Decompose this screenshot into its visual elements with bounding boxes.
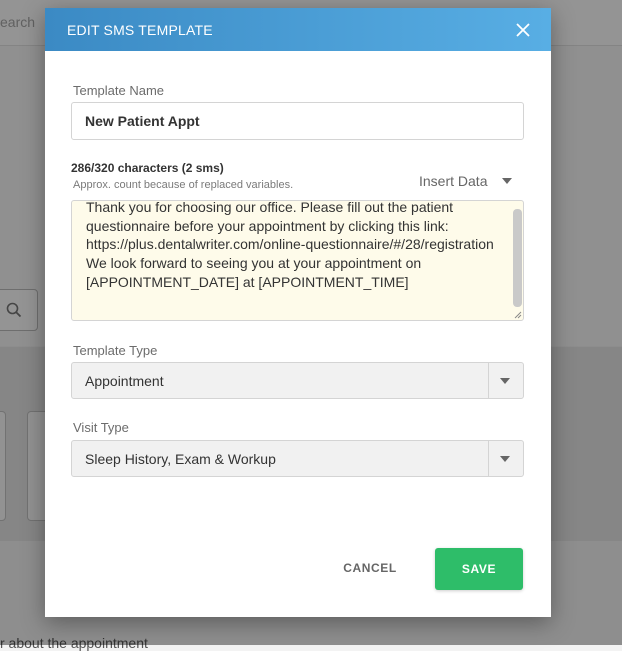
dialog-header: EDIT SMS TEMPLATE: [45, 8, 551, 51]
message-scrollbar[interactable]: [513, 209, 522, 307]
message-body-textarea[interactable]: Thank you for choosing our office. Pleas…: [71, 200, 524, 321]
template-name-input[interactable]: [71, 102, 524, 140]
close-icon[interactable]: [515, 22, 531, 38]
visit-type-label: Visit Type: [73, 420, 129, 435]
template-type-select[interactable]: Appointment: [71, 362, 524, 399]
template-type-label: Template Type: [73, 343, 158, 358]
template-type-value: Appointment: [85, 373, 164, 389]
caret-down-icon[interactable]: [502, 178, 512, 184]
resize-handle-icon[interactable]: [514, 311, 522, 319]
message-body-text: Thank you for choosing our office. Pleas…: [86, 200, 494, 290]
visit-type-value: Sleep History, Exam & Workup: [85, 451, 276, 467]
caret-down-icon[interactable]: [500, 378, 510, 384]
character-count: 286/320 characters (2 sms): [71, 161, 224, 175]
cancel-button[interactable]: CANCEL: [327, 548, 413, 588]
visit-type-select[interactable]: Sleep History, Exam & Workup: [71, 440, 524, 477]
approx-count-note: Approx. count because of replaced variab…: [73, 179, 294, 191]
caret-down-icon[interactable]: [500, 456, 510, 462]
template-name-label: Template Name: [73, 83, 165, 98]
select-divider: [488, 441, 489, 476]
select-divider: [488, 363, 489, 398]
dialog-title: EDIT SMS TEMPLATE: [67, 22, 213, 38]
save-button[interactable]: SAVE: [435, 548, 523, 590]
edit-sms-template-dialog: EDIT SMS TEMPLATE Template Name 286/320 …: [45, 8, 551, 617]
insert-data-dropdown[interactable]: Insert Data: [419, 173, 487, 189]
